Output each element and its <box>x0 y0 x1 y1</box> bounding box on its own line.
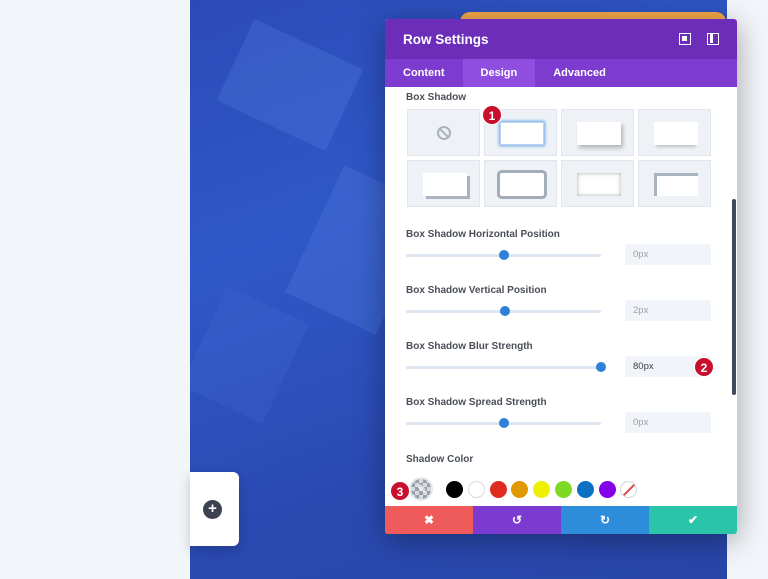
undo-button[interactable]: ↺ <box>473 506 561 534</box>
add-row-card: + <box>190 472 239 546</box>
box-shadow-label: Box Shadow <box>406 92 467 103</box>
slider-handle[interactable] <box>498 418 509 428</box>
shadow-preset-5[interactable] <box>484 160 557 207</box>
shadow-preset-4[interactable] <box>407 160 480 207</box>
design-panel: Box Shadow Box Shadow Horizontal Positio… <box>385 87 737 506</box>
sidebar-toggle-icon[interactable] <box>707 33 719 45</box>
color-swatch[interactable] <box>489 481 507 498</box>
tab-design[interactable]: Design <box>462 59 536 87</box>
box-shadow-presets <box>407 109 711 209</box>
background-shape <box>216 18 364 152</box>
field-label: Box Shadow Spread Strength <box>406 397 547 408</box>
shadow-preset-7[interactable] <box>638 160 711 207</box>
no-shadow-icon <box>437 126 451 140</box>
expand-icon[interactable] <box>679 33 691 45</box>
annotation-badge-2: 2 <box>694 357 714 377</box>
check-icon: ✔ <box>687 513 699 527</box>
slider-handle[interactable] <box>596 362 606 372</box>
color-swatch[interactable] <box>511 481 529 498</box>
blur-strength-slider[interactable] <box>406 366 601 369</box>
shadow-preset-2[interactable] <box>561 109 634 156</box>
shadow-preset-6[interactable] <box>561 160 634 207</box>
shadow-preset-none[interactable] <box>407 109 480 156</box>
color-swatch[interactable] <box>555 481 572 498</box>
modal-title: Row Settings <box>403 31 489 47</box>
slider-handle[interactable] <box>498 250 509 260</box>
annotation-badge-3: 3 <box>390 481 410 501</box>
color-swatch[interactable] <box>576 481 594 498</box>
modal-header: Row Settings <box>385 19 737 59</box>
add-module-button[interactable]: + <box>203 500 222 519</box>
redo-icon: ↻ <box>599 513 611 527</box>
annotation-badge-1: 1 <box>482 105 502 125</box>
undo-icon: ↺ <box>511 513 523 527</box>
redo-button[interactable]: ↻ <box>561 506 649 534</box>
modal-footer: ✖ ↺ ↻ ✔ <box>385 506 737 534</box>
eyedropper-icon: ✎ <box>417 482 428 496</box>
shadow-preset-3[interactable] <box>638 109 711 156</box>
field-label: Box Shadow Blur Strength <box>406 341 533 352</box>
row-settings-modal: Row Settings Content Design Advanced Box… <box>385 19 737 534</box>
color-swatch[interactable] <box>467 481 485 498</box>
save-button[interactable]: ✔ <box>649 506 737 534</box>
field-label: Box Shadow Horizontal Position <box>406 229 560 240</box>
slider-handle[interactable] <box>500 306 511 316</box>
no-color-icon[interactable] <box>620 481 637 498</box>
tab-content[interactable]: Content <box>385 59 463 87</box>
vertical-position-input[interactable]: 2px <box>625 300 711 321</box>
color-picker-button[interactable]: ✎ <box>409 477 433 501</box>
scrollbar[interactable] <box>732 199 736 395</box>
color-swatch[interactable] <box>446 481 463 498</box>
field-label: Box Shadow Vertical Position <box>406 285 547 296</box>
color-swatch[interactable] <box>533 481 551 498</box>
color-swatch[interactable] <box>598 481 616 498</box>
tab-advanced[interactable]: Advanced <box>535 59 624 87</box>
horizontal-position-input[interactable]: 0px <box>625 244 711 265</box>
background-shape <box>190 286 310 424</box>
shadow-color-label: Shadow Color <box>406 454 474 465</box>
modal-tabs: Content Design Advanced <box>385 59 737 87</box>
close-icon: ✖ <box>423 513 435 527</box>
cancel-button[interactable]: ✖ <box>385 506 473 534</box>
spread-strength-input[interactable]: 0px <box>625 412 711 433</box>
